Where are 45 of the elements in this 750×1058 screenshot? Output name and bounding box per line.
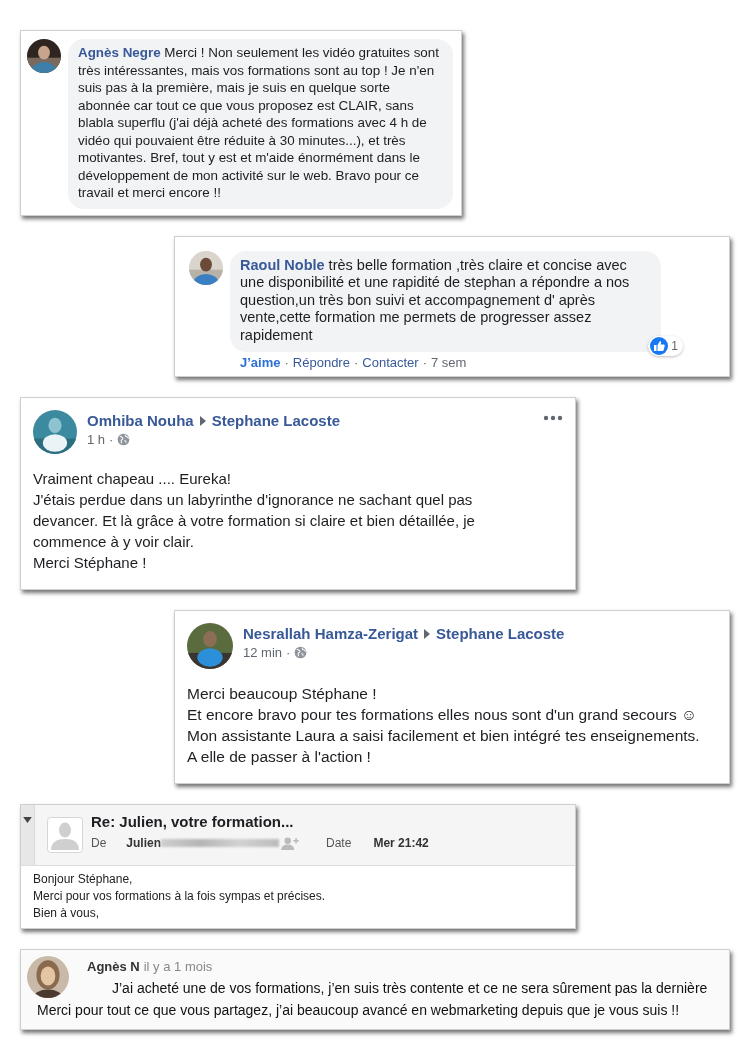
caret-icon <box>199 415 206 426</box>
separator-dot: · <box>284 355 289 370</box>
sender-name: Julien <box>126 836 162 850</box>
post-time[interactable]: 12 min <box>243 645 283 660</box>
globe-icon <box>117 433 131 446</box>
action-link[interactable]: J’aime <box>240 355 281 370</box>
post-text: Vraiment chapeau .... Eureka! <box>33 469 232 489</box>
comment-time: 7 sem <box>431 355 467 370</box>
review-text: J’ai acheté une de vos formations, j’en suis très contente et ce ne sera sûrement pas la dernière <box>112 979 709 998</box>
separator-dot: · <box>422 355 427 370</box>
author-name[interactable]: Agnès N <box>87 959 140 974</box>
separator-dot: · <box>286 645 291 660</box>
thumbs-up-icon <box>650 337 669 355</box>
caret-icon <box>424 628 431 639</box>
author-link[interactable]: Omhiba Nouha <box>87 412 194 429</box>
page-link[interactable]: Stephane Lacoste <box>436 625 565 642</box>
action-link[interactable]: Répondre <box>292 355 350 370</box>
separator-dot: · <box>353 355 359 370</box>
author-link[interactable]: Raoul Noble <box>240 256 325 273</box>
author-link[interactable]: Agnès Negre <box>78 45 161 60</box>
from-label: De <box>91 836 107 850</box>
comment-text: Raoul Noble très belle formation ,très claire et concise avec une disponibilité et une rapidité de stephan a répondre a nos question,un très bon suivi et accompagnement d' après vente,cette formation me permets de progresser assez rapidement <box>240 256 631 344</box>
post-text: Merci Stéphane ! <box>33 553 148 573</box>
person-icon <box>47 817 83 853</box>
separator-dot: · <box>109 432 114 447</box>
email-text: Merci pour vos formations à la fois sympas et précises. <box>33 888 327 905</box>
action-link[interactable]: Contacter <box>362 355 419 370</box>
post-text: Merci beaucoup Stéphane ! <box>187 684 378 704</box>
email-text: Bonjour Stéphane, <box>33 871 134 888</box>
globe-icon <box>294 646 308 659</box>
disclosure-triangle-icon[interactable] <box>23 817 32 823</box>
post-text: J'étais perdue dans un labyrinthe d'ignorance ne sachant quel pas devancer. Et là grâce à votre formation si claire et bien détaillée, je commence à y voir clair. <box>33 490 476 552</box>
post-time[interactable]: 1 h <box>87 432 106 447</box>
author-link[interactable]: Nesrallah Hamza-Zerigat <box>243 625 419 642</box>
review-text: Merci pour tout ce que vous partagez, j’ai beaucoup avancé en webmarketing depuis que je vous suis !! <box>37 1001 681 1020</box>
review-time: il y a 1 mois <box>143 959 213 974</box>
more-options-icon[interactable] <box>543 415 563 421</box>
post-text: Et encore bravo pour tes formations elles nous sont d'un grand secours ☺ Mon assistante Laura a saisi facilement et bien intégré tes enseignements. A elle de passer à l'action ! <box>187 705 701 767</box>
email-subject: Re: Julien, votre formation... <box>91 813 295 830</box>
reaction-count[interactable]: 1 <box>648 336 683 356</box>
comment-text: Agnès Negre Merci ! Non seulement les vidéo gratuites sont très intéressantes, mais vos formations sont au top ! Je n'en suis pas à la première, mais je suis en quelque sorte abonnée car tout ce que vous proposez est CLAIR, sans blabla superflu (j'ai déjà acheté des formations avec 4 h de vidéo qui pouvaient être réduite à 30 minutes...), et très motivantes. Bref, tout y est et m'aide énormément dans le développement de mon activité sur le web. Bravo pour ce travail et merci encore !! <box>78 44 440 202</box>
page-link[interactable]: Stephane Lacoste <box>211 412 341 429</box>
date-label: Date <box>326 836 352 850</box>
email-text: Bien à vous, <box>33 905 101 922</box>
email-date: Mer 21:42 <box>373 836 429 850</box>
